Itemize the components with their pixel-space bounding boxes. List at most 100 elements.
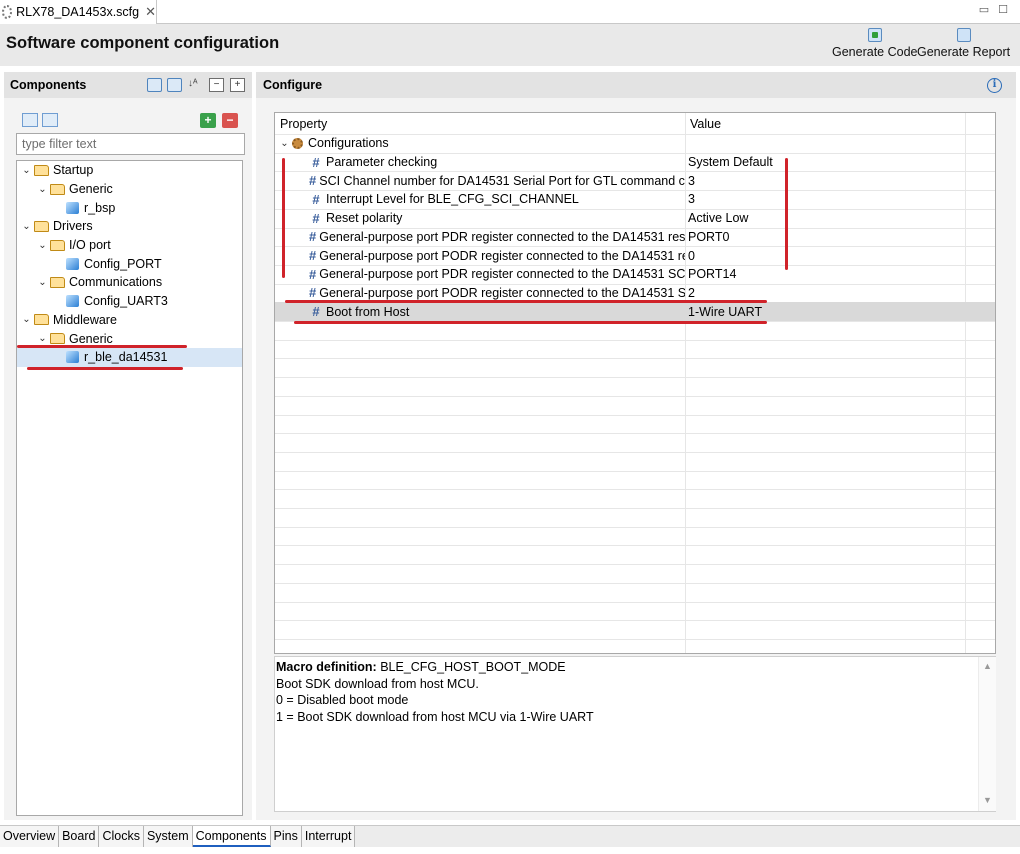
config-group-row[interactable]: ⌄ Configurations [275, 134, 995, 153]
maximize-icon[interactable]: ☐ [997, 4, 1009, 16]
view-mode-toggle [22, 113, 60, 129]
property-value[interactable]: Active Low [685, 211, 965, 225]
property-row[interactable]: # General-purpose port PDR register conne… [275, 228, 995, 247]
hash-icon: # [309, 229, 317, 245]
tab-pins[interactable]: Pins [270, 826, 302, 847]
property-value[interactable]: System Default [685, 155, 965, 169]
hash-icon: # [312, 191, 320, 207]
tree-component[interactable]: Config_UART3 [17, 292, 242, 311]
property-value[interactable]: PORT14 [685, 267, 965, 281]
property-name: Boot from Host [326, 304, 410, 319]
chevron-down-icon[interactable]: ⌄ [37, 184, 48, 195]
editor-tab[interactable]: RLX78_DA1453x.scfg ✕ [0, 0, 157, 24]
tab-interrupt[interactable]: Interrupt [301, 826, 356, 847]
component-icon [66, 257, 79, 270]
property-value[interactable]: 3 [685, 174, 965, 188]
tab-board[interactable]: Board [59, 826, 100, 847]
property-row[interactable]: # Parameter checking System Default [275, 153, 995, 172]
tab-system[interactable]: System [143, 826, 193, 847]
value-column-header[interactable]: Value [690, 117, 721, 131]
component-tree: ⌄ Startup ⌄ Generic r_bsp ⌄ Drivers ⌄ I/O port Co… [16, 160, 243, 816]
chevron-down-icon[interactable]: ⌄ [21, 165, 32, 176]
hash-icon: # [309, 248, 317, 264]
macro-line: Boot SDK download from host MCU. [276, 676, 479, 691]
close-tab-icon[interactable]: ✕ [145, 4, 156, 20]
property-row[interactable]: # Interrupt Level for BLE_CFG_SCI_CHANNEL… [275, 190, 995, 209]
annotation-mark [17, 345, 187, 348]
info-icon[interactable]: i [987, 78, 1002, 93]
tree-folder[interactable]: ⌄ Drivers [17, 217, 242, 236]
component-icon [66, 201, 79, 214]
property-row[interactable]: # SCI Channel number for DA14531 Serial P… [275, 171, 995, 190]
export-icon[interactable] [167, 78, 182, 92]
chevron-down-icon[interactable]: ⌄ [279, 138, 290, 149]
annotation-mark [282, 158, 285, 278]
generate-report-button[interactable]: Generate Report [917, 26, 1010, 64]
hash-icon: # [309, 266, 317, 282]
chevron-down-icon[interactable]: ⌄ [21, 314, 32, 325]
generate-code-label: Generate Code [832, 45, 918, 59]
chevron-down-icon[interactable]: ⌄ [21, 221, 32, 232]
tab-overview[interactable]: Overview [0, 826, 60, 847]
config-file-icon [2, 5, 13, 19]
tree-item-label: Communications [69, 275, 163, 290]
folder-icon [34, 314, 49, 326]
remove-component-button[interactable]: − [222, 113, 238, 128]
property-name: Parameter checking [326, 155, 438, 170]
list-view-icon[interactable] [42, 113, 58, 127]
property-column-header[interactable]: Property [280, 117, 327, 131]
property-value[interactable]: 2 [685, 286, 965, 300]
chevron-down-icon[interactable]: ⌄ [37, 333, 48, 344]
tree-folder[interactable]: ⌄ Startup [17, 161, 242, 180]
minimize-icon[interactable]: ▭ [978, 4, 990, 16]
property-value[interactable]: 0 [685, 249, 965, 263]
tree-item-label: I/O port [69, 238, 111, 253]
scroll-up-icon[interactable]: ▲ [983, 661, 992, 671]
configure-panel-title: Configure [263, 78, 323, 92]
property-row[interactable]: # General-purpose port PODR register conn… [275, 246, 995, 265]
annotation-mark [294, 321, 767, 324]
import-icon[interactable] [147, 78, 162, 92]
chevron-down-icon[interactable]: ⌄ [37, 277, 48, 288]
editor-tab-strip: RLX78_DA1453x.scfg ✕ ▭ ☐ [0, 0, 1020, 24]
property-name: SCI Channel number for DA14531 Serial Po… [319, 173, 685, 188]
property-table: Property Value ⌄ Configurations # Parameter… [274, 112, 996, 654]
tree-item-label: Generic [69, 331, 113, 346]
property-value[interactable]: PORT0 [685, 230, 965, 244]
gear-icon [292, 137, 303, 149]
folder-icon [34, 164, 49, 176]
macro-scrollbar[interactable]: ▲ ▼ [978, 657, 996, 811]
configure-panel-header: Configure i [256, 72, 1016, 98]
property-value[interactable]: 1-Wire UART [685, 305, 965, 319]
tree-folder[interactable]: ⌄ Middleware [17, 311, 242, 330]
tree-folder[interactable]: ⌄ Generic [17, 180, 242, 199]
property-name: General-purpose port PDR register connec… [319, 267, 685, 282]
generate-code-button[interactable]: Generate Code [832, 26, 917, 64]
tree-component[interactable]: Config_PORT [17, 254, 242, 273]
tree-component[interactable]: r_bsp [17, 198, 242, 217]
property-name: General-purpose port PODR register conne… [319, 248, 685, 263]
tree-component[interactable]: r_ble_da14531 [17, 347, 242, 367]
tree-folder[interactable]: ⌄ I/O port [17, 236, 242, 255]
add-component-button[interactable]: + [200, 113, 216, 128]
configure-panel: Configure i Property Value ⌄ Configuratio… [256, 72, 1016, 820]
tab-components[interactable]: Components [192, 826, 271, 847]
collapse-all-icon[interactable]: − [209, 78, 224, 92]
property-value[interactable]: 3 [685, 192, 965, 206]
filter-input[interactable] [16, 133, 245, 155]
scroll-down-icon[interactable]: ▼ [983, 795, 992, 805]
property-row[interactable]: # Reset polarity Active Low [275, 209, 995, 228]
tree-folder[interactable]: ⌄ Communications [17, 273, 242, 292]
expand-all-icon[interactable]: + [230, 78, 245, 92]
chevron-down-icon[interactable]: ⌄ [37, 240, 48, 251]
sort-az-icon[interactable]: ↓ᴬ [188, 78, 203, 92]
category-view-icon[interactable] [22, 113, 38, 127]
folder-icon [50, 239, 65, 251]
tree-item-label: Middleware [53, 312, 117, 327]
property-row[interactable]: # General-purpose port PDR register conne… [275, 265, 995, 284]
property-row[interactable]: # Boot from Host 1-Wire UART [275, 302, 995, 321]
tab-clocks[interactable]: Clocks [99, 826, 144, 847]
tree-item-label: Config_UART3 [84, 294, 168, 309]
component-icon [66, 351, 79, 364]
macro-line: 1 = Boot SDK download from host MCU via … [276, 709, 594, 724]
